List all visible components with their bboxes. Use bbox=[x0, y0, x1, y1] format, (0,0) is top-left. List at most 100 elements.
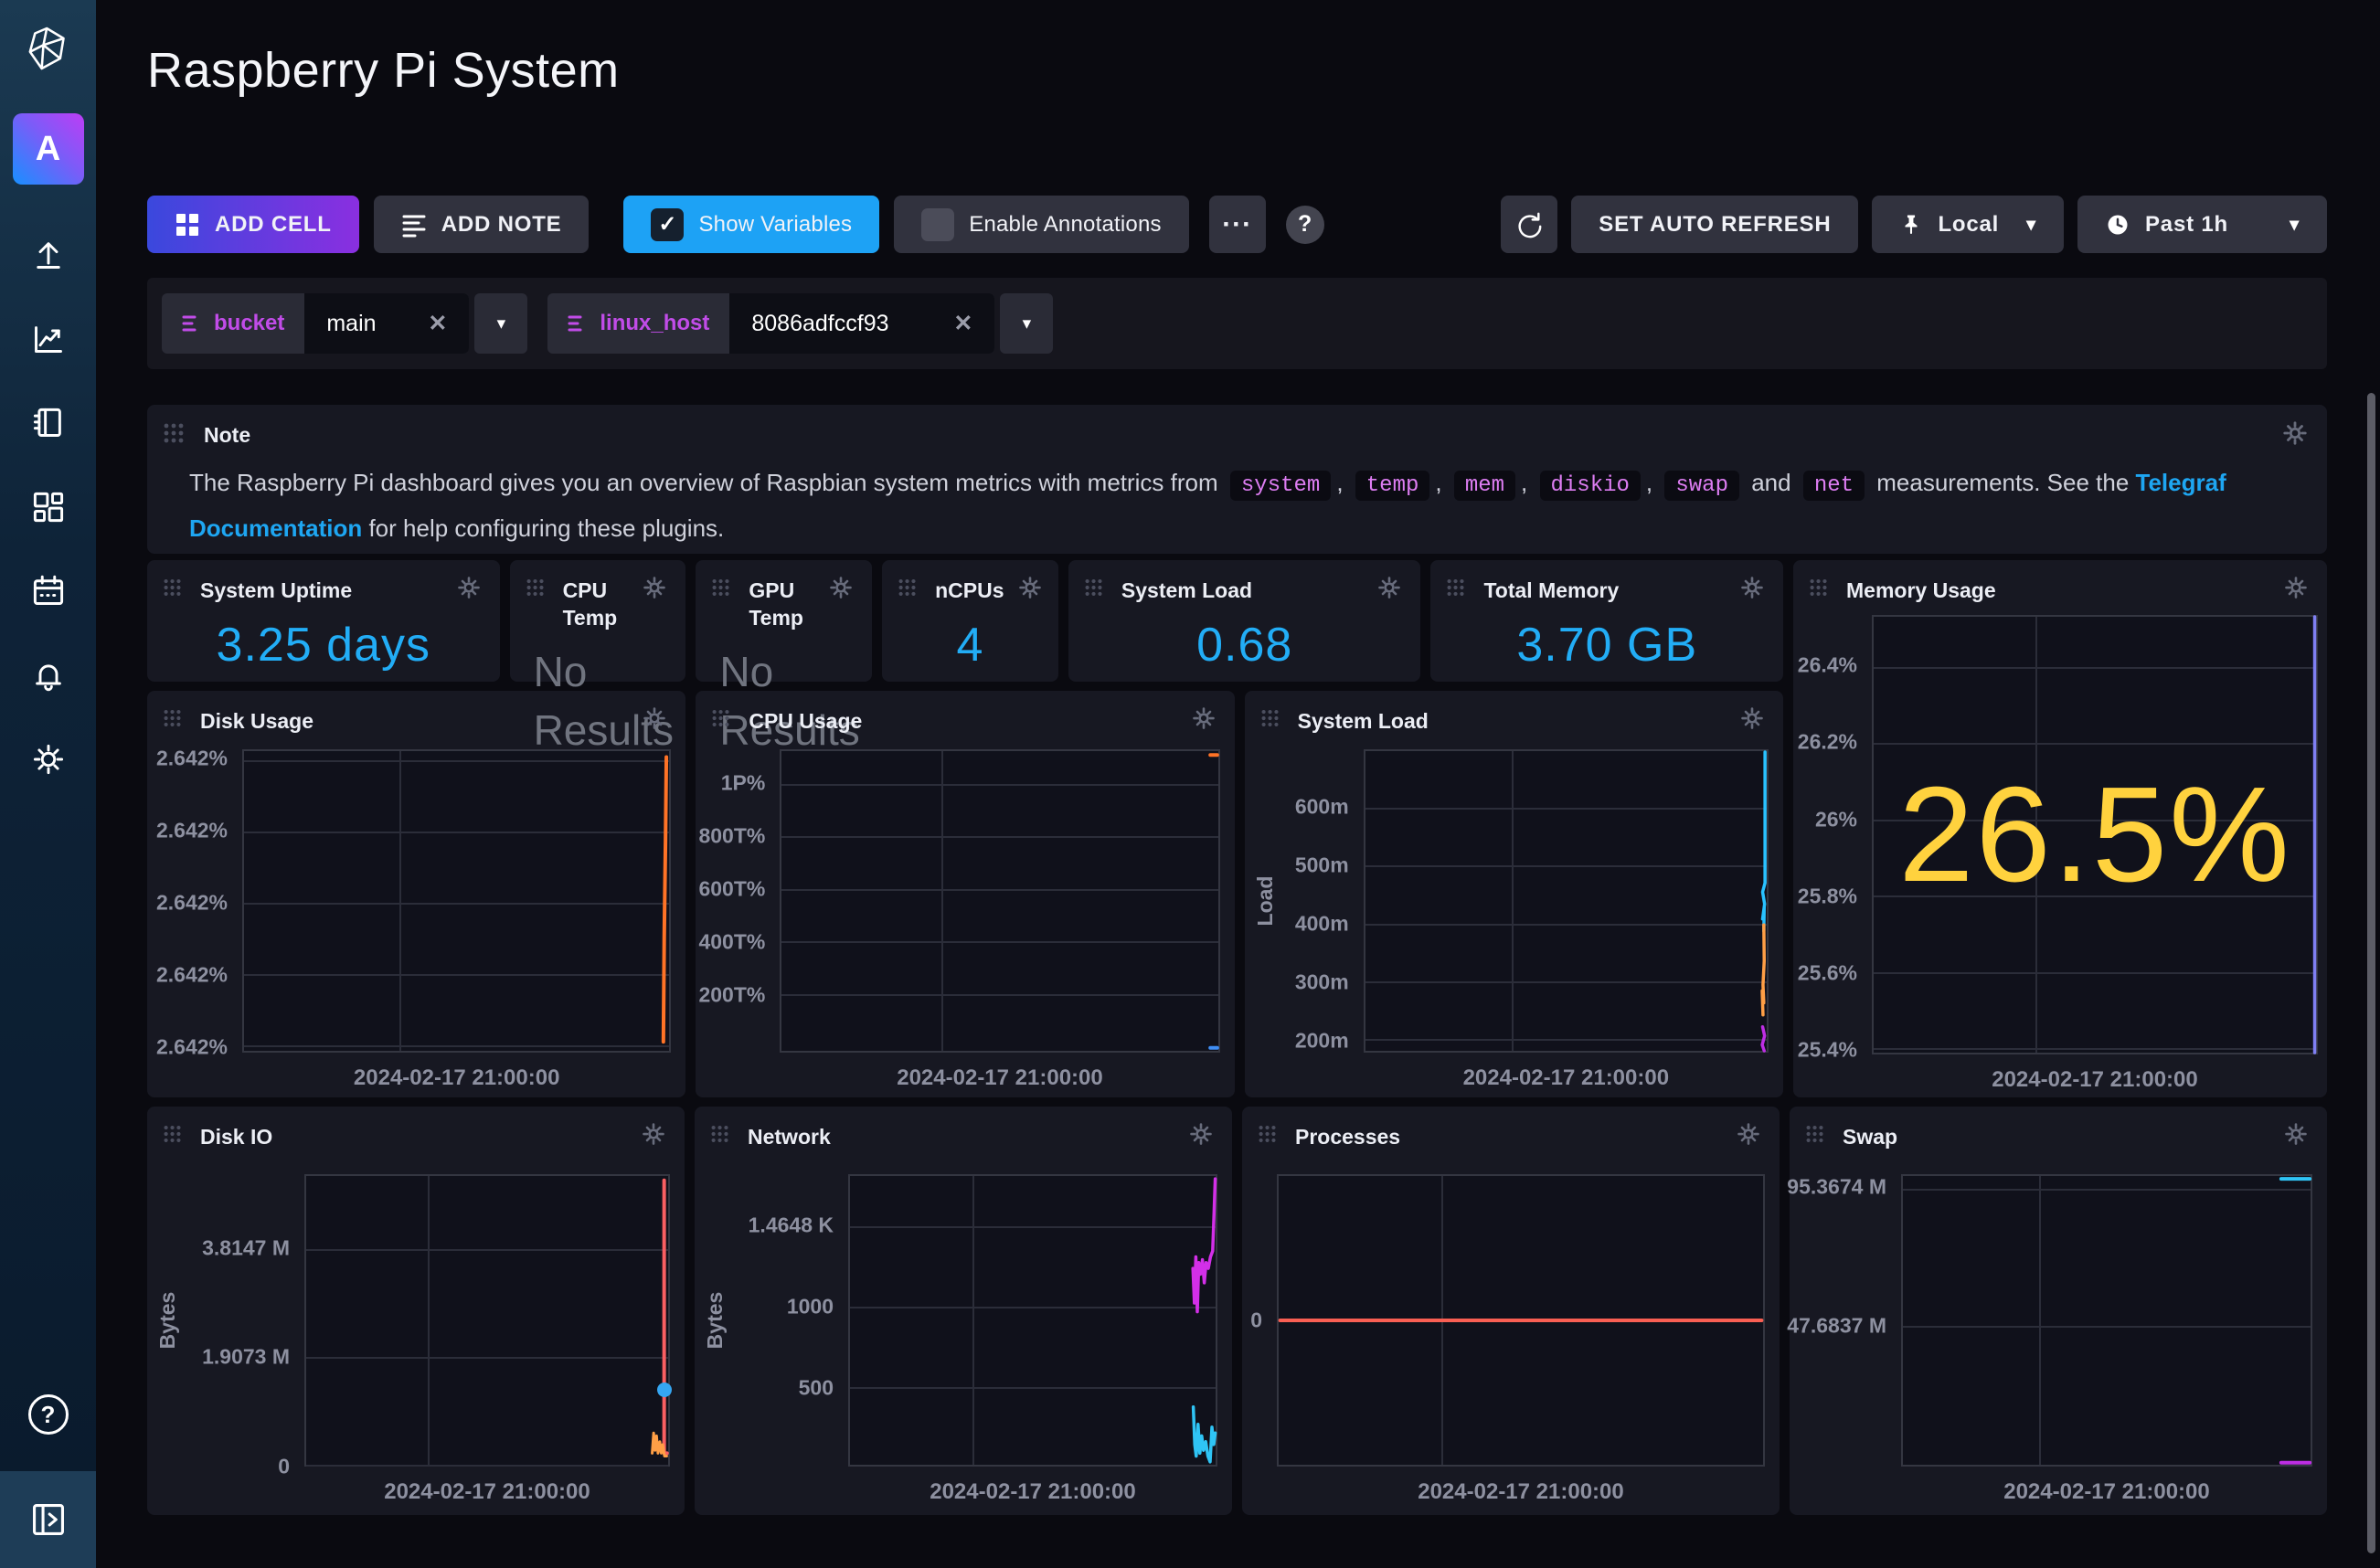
variable-caret-button[interactable]: ▾ bbox=[474, 293, 527, 354]
dashboard-toolbar: ADD CELL ADD NOTE ✓ Show Variables Enabl… bbox=[147, 196, 2327, 253]
checkbox-checked-icon: ✓ bbox=[651, 208, 684, 241]
cell-title: GPU Temp bbox=[749, 575, 815, 631]
clear-icon[interactable]: ✕ bbox=[428, 310, 447, 337]
x-axis-label: 2024-02-17 21:00:00 bbox=[304, 1479, 670, 1505]
drag-handle-icon[interactable] bbox=[1261, 705, 1285, 732]
drag-handle-icon[interactable] bbox=[526, 575, 550, 601]
cell-title: Note bbox=[204, 419, 250, 449]
gear-icon[interactable] bbox=[1376, 575, 1402, 605]
sidebar-item-settings[interactable] bbox=[31, 742, 66, 777]
stat-value: 0.68 bbox=[1068, 608, 1421, 682]
gear-icon[interactable] bbox=[2281, 419, 2309, 451]
sidebar-item-load-data[interactable] bbox=[31, 238, 66, 272]
x-axis-label: 2024-02-17 21:00:00 bbox=[1277, 1479, 1765, 1505]
checkbox-unchecked-icon bbox=[921, 208, 954, 241]
more-options-button[interactable]: ··· bbox=[1209, 196, 1266, 253]
cell-title: Network bbox=[748, 1121, 831, 1150]
y-axis-tick: 25.4% bbox=[1798, 1038, 1857, 1063]
y-axis-tick: 200T% bbox=[698, 982, 765, 1007]
y-axis-tick: 0 bbox=[1250, 1308, 1262, 1333]
help-button[interactable]: ? bbox=[1286, 206, 1324, 244]
drag-handle-icon[interactable] bbox=[1085, 575, 1109, 601]
sidebar-item-tasks[interactable] bbox=[31, 574, 66, 609]
drag-handle-icon[interactable] bbox=[164, 705, 187, 732]
drag-handle-icon[interactable] bbox=[164, 1121, 187, 1148]
drag-handle-icon[interactable] bbox=[712, 575, 736, 601]
drag-handle-icon[interactable] bbox=[1806, 1121, 1830, 1148]
cell-title: CPU Temp bbox=[563, 575, 630, 631]
timezone-dropdown[interactable]: Local ▾ bbox=[1872, 196, 2064, 253]
gear-icon[interactable] bbox=[456, 575, 482, 605]
variable-caret-button[interactable]: ▾ bbox=[1000, 293, 1053, 354]
help-icon[interactable]: ? bbox=[28, 1394, 69, 1435]
drag-handle-icon[interactable] bbox=[1447, 575, 1471, 601]
sidebar-item-data-explorer[interactable] bbox=[31, 322, 66, 356]
enable-annotations-toggle[interactable]: Enable Annotations bbox=[894, 196, 1188, 253]
drag-handle-icon[interactable] bbox=[1259, 1121, 1282, 1148]
sidebar-item-alerts[interactable] bbox=[31, 658, 66, 693]
expand-sidebar-icon[interactable] bbox=[31, 1502, 66, 1537]
gear-icon[interactable] bbox=[642, 575, 667, 605]
gear-icon[interactable] bbox=[642, 705, 667, 736]
y-axis-tick: 1.9073 M bbox=[202, 1345, 290, 1370]
charts-row-1: Disk Usage2.642%2.642%2.642%2.642%2.642%… bbox=[147, 691, 1783, 1097]
gear-icon[interactable] bbox=[1736, 1121, 1761, 1151]
plot-canvas[interactable] bbox=[304, 1174, 670, 1467]
charts-row-2: Disk IO3.8147 M1.9073 M0Bytes2024-02-17 … bbox=[147, 1107, 2327, 1515]
graph-icon bbox=[32, 323, 65, 355]
gear-icon[interactable] bbox=[1739, 705, 1765, 736]
add-cell-button[interactable]: ADD CELL bbox=[147, 196, 359, 253]
drag-handle-icon[interactable] bbox=[712, 705, 736, 732]
show-variables-toggle[interactable]: ✓ Show Variables bbox=[623, 196, 879, 253]
y-axis-tick: 500m bbox=[1295, 853, 1349, 877]
y-axis-tick: 25.8% bbox=[1798, 884, 1857, 908]
sidebar-item-notebooks[interactable] bbox=[31, 406, 66, 440]
y-axis-tick: 3.8147 M bbox=[202, 1235, 290, 1260]
gear-icon[interactable] bbox=[2283, 575, 2309, 605]
gear-icon[interactable] bbox=[2283, 1121, 2309, 1151]
time-range-dropdown[interactable]: Past 1h ▾ bbox=[2077, 196, 2327, 253]
plot-canvas[interactable] bbox=[780, 749, 1219, 1053]
gear-icon[interactable] bbox=[828, 575, 854, 605]
stats-row: System Uptime 3.25 days CPU Temp No Resu… bbox=[147, 560, 1783, 682]
x-axis-label: 2024-02-17 21:00:00 bbox=[848, 1479, 1217, 1505]
scrollbar-thumb[interactable] bbox=[2367, 393, 2375, 1553]
variable-value-dropdown[interactable]: 8086adfccf93 ✕ bbox=[729, 293, 994, 354]
influxdata-logo-icon[interactable] bbox=[27, 26, 69, 71]
refresh-icon bbox=[1515, 211, 1543, 238]
gear-icon[interactable] bbox=[1017, 575, 1043, 605]
bell-icon bbox=[32, 659, 65, 692]
page-title: Raspberry Pi System bbox=[147, 40, 2327, 101]
cell-title: CPU Usage bbox=[749, 705, 862, 735]
set-auto-refresh-button[interactable]: SET AUTO REFRESH bbox=[1571, 196, 1858, 253]
y-axis-tick: 95.3674 M bbox=[1787, 1175, 1886, 1200]
plot-canvas[interactable] bbox=[242, 749, 671, 1053]
stat-value: 3.25 days bbox=[147, 608, 500, 682]
drag-handle-icon[interactable] bbox=[1810, 575, 1833, 601]
cell-title: Swap bbox=[1843, 1121, 1897, 1150]
drag-handle-icon[interactable] bbox=[164, 575, 187, 601]
gear-icon[interactable] bbox=[1739, 575, 1765, 605]
cell-note: Note The Raspberry Pi dashboard gives yo… bbox=[147, 405, 2327, 554]
stat-value: 3.70 GB bbox=[1430, 608, 1783, 682]
plot-canvas[interactable] bbox=[1364, 749, 1769, 1053]
clear-icon[interactable]: ✕ bbox=[953, 310, 972, 337]
drag-handle-icon[interactable] bbox=[898, 575, 922, 601]
cell-disk-io: Disk IO3.8147 M1.9073 M0Bytes2024-02-17 … bbox=[147, 1107, 685, 1515]
gear-icon[interactable] bbox=[641, 1121, 666, 1151]
y-axis-tick: 2.642% bbox=[156, 746, 228, 770]
y-axis-tick: 800T% bbox=[698, 823, 765, 848]
plot-canvas[interactable] bbox=[848, 1174, 1217, 1467]
sidebar-item-dashboards[interactable] bbox=[31, 490, 66, 524]
drag-handle-icon[interactable] bbox=[711, 1121, 735, 1148]
org-avatar[interactable]: A bbox=[13, 113, 84, 185]
gear-icon[interactable] bbox=[1188, 1121, 1214, 1151]
plot-canvas[interactable] bbox=[1901, 1174, 2312, 1467]
add-note-button[interactable]: ADD NOTE bbox=[374, 196, 590, 253]
drag-handle-icon[interactable] bbox=[164, 419, 191, 448]
dashboard-grid: System Uptime 3.25 days CPU Temp No Resu… bbox=[147, 560, 2327, 1515]
gear-icon[interactable] bbox=[1191, 705, 1217, 736]
refresh-button[interactable] bbox=[1501, 196, 1557, 253]
variable-value-dropdown[interactable]: main ✕ bbox=[304, 293, 469, 354]
plot-canvas[interactable] bbox=[1277, 1174, 1765, 1467]
